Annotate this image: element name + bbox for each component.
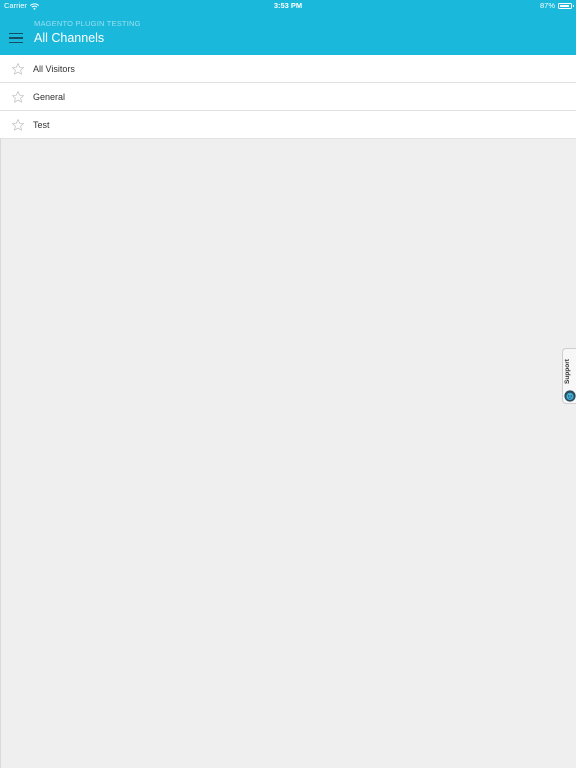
channel-item-test[interactable]: Test	[0, 111, 576, 139]
app-root: Carrier 3:53 PM 87% MAGENTO PLUGIN TESTI…	[0, 0, 576, 768]
left-divider	[0, 138, 1, 768]
battery-percent: 87%	[539, 1, 555, 10]
star-outline-icon[interactable]	[11, 118, 25, 132]
channel-item-all-visitors[interactable]: All Visitors	[0, 55, 576, 83]
menu-line	[9, 41, 23, 44]
battery-cap	[572, 5, 574, 7]
menu-line	[9, 32, 23, 35]
header-subtitle: MAGENTO PLUGIN TESTING	[34, 19, 141, 28]
support-label: Support	[564, 359, 571, 385]
channel-label: Test	[33, 120, 50, 130]
channel-label: All Visitors	[33, 64, 75, 74]
support-tab[interactable]: Support	[562, 348, 576, 404]
star-outline-icon[interactable]	[11, 90, 25, 104]
star-outline-icon[interactable]	[11, 62, 25, 76]
app-header: Carrier 3:53 PM 87% MAGENTO PLUGIN TESTI…	[0, 0, 576, 55]
channel-item-general[interactable]: General	[0, 83, 576, 111]
battery-fill	[560, 5, 569, 7]
hamburger-menu-icon[interactable]	[9, 30, 25, 46]
channel-list: All Visitors General Test	[0, 55, 576, 139]
status-bar: Carrier 3:53 PM 87%	[0, 0, 576, 13]
page-title: All Channels	[34, 31, 105, 45]
battery-icon	[558, 3, 574, 9]
support-agent-icon	[564, 390, 576, 402]
status-right: 87%	[539, 0, 574, 12]
status-time: 3:53 PM	[273, 1, 303, 10]
channel-label: General	[33, 92, 66, 102]
menu-line	[9, 37, 23, 39]
